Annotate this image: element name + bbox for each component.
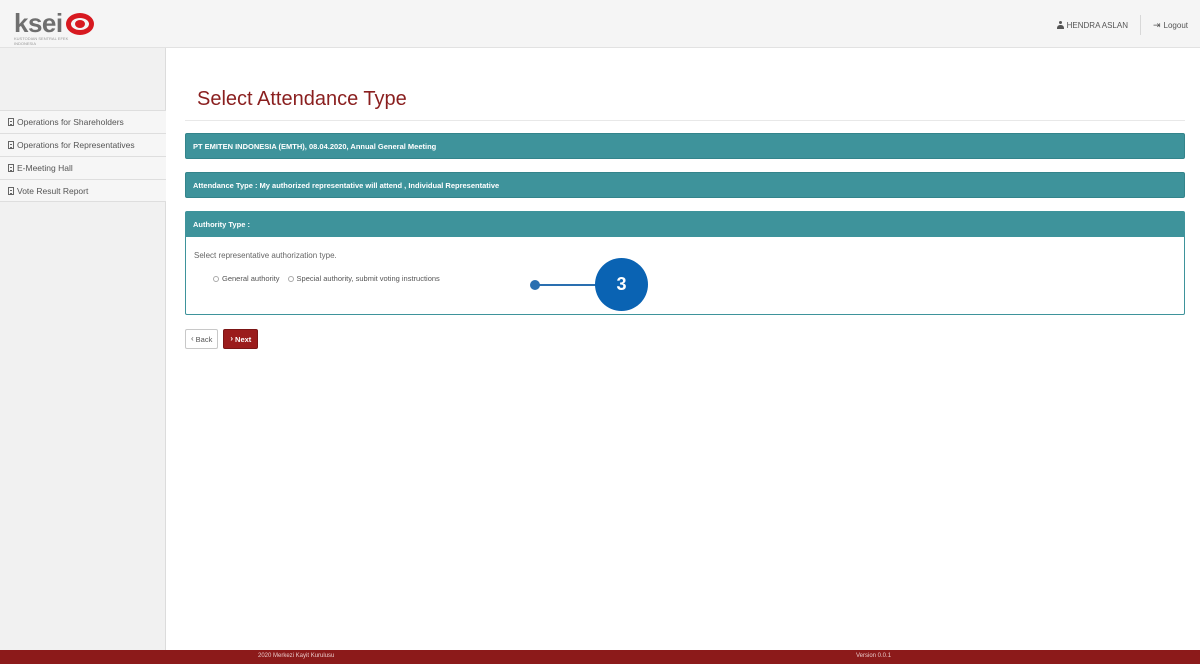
document-icon <box>8 118 14 126</box>
sidebar-item-operations-for-representatives[interactable]: Operations for Representatives <box>0 133 166 156</box>
sidebar-item-vote-result-report[interactable]: Vote Result Report <box>0 179 166 202</box>
title-divider <box>185 120 1185 121</box>
document-icon <box>8 141 14 149</box>
sidebar-item-e-meeting-hall[interactable]: E-Meeting Hall <box>0 156 166 179</box>
authorization-instruction: Select representative authorization type… <box>194 251 337 260</box>
chevron-left-icon: ‹ <box>191 334 194 343</box>
page-title: Select Attendance Type <box>197 88 407 110</box>
authority-type-panel: Authority Type : Select representative a… <box>185 211 1185 315</box>
back-button[interactable]: ‹ Back <box>185 329 219 349</box>
action-buttons: ‹ Back › Next <box>185 329 259 349</box>
user-menu[interactable]: HENDRA ASLAN <box>1045 14 1140 36</box>
footer: 2020 Merkezi Kayit Kurulusu Version 0.0.… <box>0 650 1200 664</box>
special-authority-radio[interactable] <box>287 275 294 282</box>
attendance-type-bar: Attendance Type : My authorized represen… <box>185 172 1185 198</box>
document-icon <box>8 164 14 172</box>
next-button[interactable]: › Next <box>223 329 259 349</box>
sidebar: Operations for Shareholders Operations f… <box>0 48 166 650</box>
sidebar-menu: Operations for Shareholders Operations f… <box>0 110 166 202</box>
step-callout-badge: 3 <box>595 258 648 311</box>
logout-icon: ⇥ <box>1152 19 1161 30</box>
next-label: Next <box>235 334 252 344</box>
chevron-right-icon: › <box>230 334 234 343</box>
back-label: Back <box>195 334 213 344</box>
user-name: HENDRA ASLAN <box>1066 20 1128 30</box>
general-authority-radio[interactable] <box>213 275 219 282</box>
sidebar-item-label: Operations for Shareholders <box>17 117 124 127</box>
document-icon <box>8 186 14 195</box>
special-authority-label: Special authority, submit voting instruc… <box>296 274 440 283</box>
authority-type-heading: Authority Type : <box>186 212 1184 237</box>
sidebar-item-label: Vote Result Report <box>17 185 89 196</box>
user-icon <box>1056 21 1064 29</box>
general-authority-option[interactable]: General authority <box>213 274 280 283</box>
authority-options: General authority Special authority, sub… <box>213 274 444 283</box>
sidebar-item-label: Operations for Representatives <box>17 140 135 150</box>
top-header: ksei KUSTODIAN SENTRAL EFEK INDONESIA HE… <box>0 0 1200 48</box>
logout-label: Logout <box>1163 20 1188 30</box>
general-authority-label: General authority <box>222 274 280 283</box>
ksei-logo[interactable]: ksei <box>14 10 94 38</box>
meeting-info-bar: PT EMITEN INDONESIA (EMTH), 08.04.2020, … <box>185 133 1185 159</box>
logo-subtitle: KUSTODIAN SENTRAL EFEK INDONESIA <box>14 36 69 46</box>
special-authority-option[interactable]: Special authority, submit voting instruc… <box>287 274 440 283</box>
footer-version: Version 0.0.1 <box>856 653 892 659</box>
logo-mark-icon <box>65 13 94 35</box>
sidebar-item-label: E-Meeting Hall <box>17 163 73 173</box>
main-content: Select Attendance Type PT EMITEN INDONES… <box>167 48 1200 650</box>
callout-line <box>538 284 598 286</box>
logo-text: ksei <box>14 8 63 38</box>
logout-button[interactable]: ⇥ Logout <box>1141 14 1200 36</box>
footer-copyright: 2020 Merkezi Kayit Kurulusu <box>258 653 335 659</box>
user-area: HENDRA ASLAN ⇥ Logout <box>1045 14 1200 36</box>
sidebar-item-operations-for-shareholders[interactable]: Operations for Shareholders <box>0 110 166 133</box>
